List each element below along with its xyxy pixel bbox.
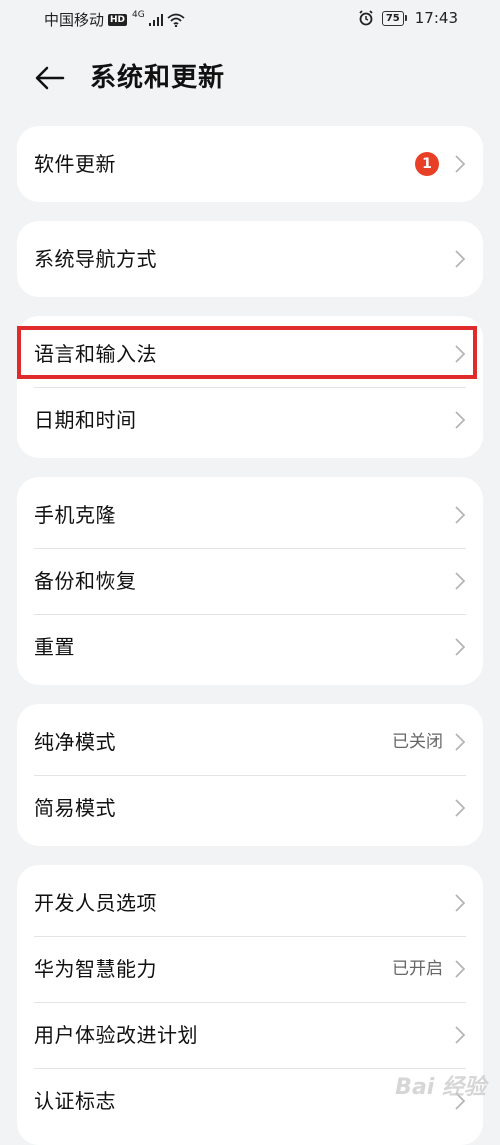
page-title: 系统和更新 [90, 63, 226, 93]
status-right: 75 17:43 [358, 9, 458, 27]
carrier-label: 中国移动 [44, 11, 105, 29]
back-arrow-icon [35, 66, 65, 90]
settings-item-label: 开发人员选项 [34, 891, 157, 915]
settings-item-simple-mode[interactable]: 简易模式 [17, 775, 483, 841]
clock-label: 17:43 [414, 9, 458, 27]
settings-item-huawei-intelligence[interactable]: 华为智慧能力 已开启 [17, 936, 483, 1002]
signal-icon [148, 13, 163, 26]
settings-item-software-update[interactable]: 软件更新 1 [17, 131, 483, 197]
chevron-right-icon [455, 411, 465, 429]
chevron-right-icon [455, 894, 465, 912]
chevron-right-icon [455, 155, 465, 173]
settings-item-date-time[interactable]: 日期和时间 [17, 387, 483, 453]
settings-item-label: 日期和时间 [34, 408, 137, 432]
settings-item-label: 华为智慧能力 [34, 957, 157, 981]
chevron-right-icon [455, 733, 465, 751]
settings-item-label: 简易模式 [34, 796, 116, 820]
wifi-icon [167, 13, 185, 27]
settings-item-label: 用户体验改进计划 [34, 1023, 198, 1047]
settings-item-label: 系统导航方式 [34, 247, 157, 271]
settings-group-backup: 手机克隆 备份和恢复 重置 [17, 477, 483, 685]
settings-item-reset[interactable]: 重置 [17, 614, 483, 680]
settings-item-label: 软件更新 [34, 152, 116, 176]
settings-item-value: 已开启 [392, 959, 443, 979]
highlight-annotation [17, 326, 477, 379]
settings-group-modes: 纯净模式 已关闭 简易模式 [17, 704, 483, 846]
settings-item-label: 备份和恢复 [34, 569, 137, 593]
settings-item-pure-mode[interactable]: 纯净模式 已关闭 [17, 709, 483, 775]
settings-item-label: 纯净模式 [34, 730, 116, 754]
watermark: Bai 经验 [395, 1075, 486, 1100]
chevron-right-icon [455, 960, 465, 978]
chevron-right-icon [455, 250, 465, 268]
settings-group-update: 软件更新 1 [17, 126, 483, 202]
chevron-right-icon [455, 506, 465, 524]
back-button[interactable] [30, 60, 70, 96]
settings-item-label: 手机克隆 [34, 503, 116, 527]
network-type-label: 4G [132, 9, 145, 20]
battery-icon: 75 [381, 10, 407, 26]
settings-item-developer-options[interactable]: 开发人员选项 [17, 870, 483, 936]
settings-group-advanced: 开发人员选项 华为智慧能力 已开启 用户体验改进计划 认证标志 [17, 865, 483, 1145]
settings-item-value: 已关闭 [392, 732, 443, 752]
status-bar: 中国移动 HD 4G 75 17:43 [0, 0, 500, 36]
settings-group-navigation: 系统导航方式 [17, 221, 483, 297]
chevron-right-icon [455, 1026, 465, 1044]
chevron-right-icon [455, 638, 465, 656]
chevron-right-icon [455, 572, 465, 590]
update-count-badge: 1 [415, 152, 439, 176]
alarm-icon [359, 10, 373, 26]
settings-item-system-navigation[interactable]: 系统导航方式 [17, 226, 483, 292]
settings-item-phone-clone[interactable]: 手机克隆 [17, 482, 483, 548]
hd-icon: HD [108, 13, 128, 26]
settings-item-user-experience[interactable]: 用户体验改进计划 [17, 1002, 483, 1068]
page-header: 系统和更新 [0, 50, 500, 106]
settings-item-label: 认证标志 [34, 1089, 116, 1113]
status-left: 中国移动 HD 4G [44, 9, 185, 30]
settings-item-backup-restore[interactable]: 备份和恢复 [17, 548, 483, 614]
settings-item-label: 重置 [34, 635, 75, 659]
battery-level: 75 [381, 10, 404, 26]
chevron-right-icon [455, 799, 465, 817]
